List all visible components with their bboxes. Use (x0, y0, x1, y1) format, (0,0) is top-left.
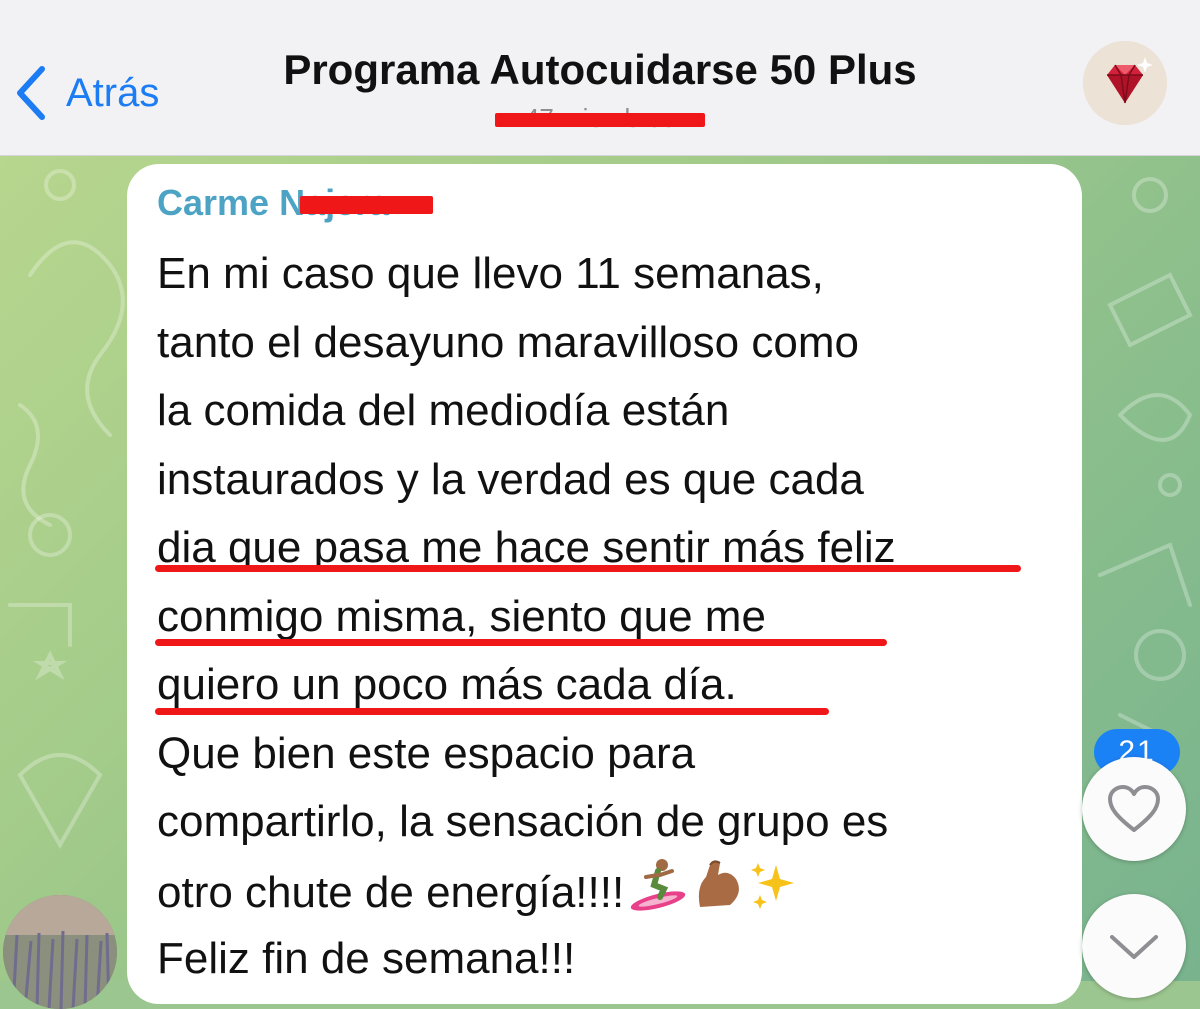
heart-icon (1108, 785, 1160, 832)
gem-icon (1083, 41, 1167, 125)
message-line: compartirlo, la sensación de grupo es (157, 797, 889, 846)
message-line-with-emoji: otro chute de energía!!!! (157, 857, 1077, 926)
highlight-underline (155, 565, 1021, 572)
message-line: tanto el desayuno maravilloso como (157, 317, 859, 367)
chat-header: Atrás Programa Autocuidarse 50 Plus 47 m… (0, 0, 1200, 156)
sender-avatar[interactable] (3, 895, 117, 1009)
message-line: instaurados y la verdad es que cada (157, 454, 864, 504)
message-line: En mi caso que llevo 11 semanas, (157, 249, 824, 298)
redaction-mark (495, 113, 705, 127)
redaction-mark (300, 196, 433, 214)
heart-reaction-button[interactable] (1082, 757, 1186, 861)
message-line: la comida del mediodía están (157, 386, 730, 435)
message-line: dia que pasa me hace sentir más feliz (157, 523, 896, 572)
flexed-biceps-icon (692, 857, 744, 934)
highlight-underline (155, 639, 887, 646)
message-line: otro chute de energía!!!! (157, 867, 625, 917)
lavender-photo-icon (3, 895, 117, 1009)
surfer-emoji-icon (628, 857, 688, 934)
scroll-down-button[interactable] (1082, 894, 1186, 998)
message-text: En mi caso que llevo 11 semanas, tanto e… (157, 240, 1077, 994)
highlight-underline (155, 708, 829, 715)
message-line: Que bien este espacio para (157, 728, 696, 778)
group-avatar[interactable] (1083, 41, 1167, 125)
chevron-down-icon (1110, 935, 1158, 959)
chat-title[interactable]: Programa Autocuidarse 50 Plus (0, 46, 1200, 94)
message-line: Feliz fin de semana!!! (157, 934, 576, 983)
sparkles-icon (748, 857, 798, 934)
